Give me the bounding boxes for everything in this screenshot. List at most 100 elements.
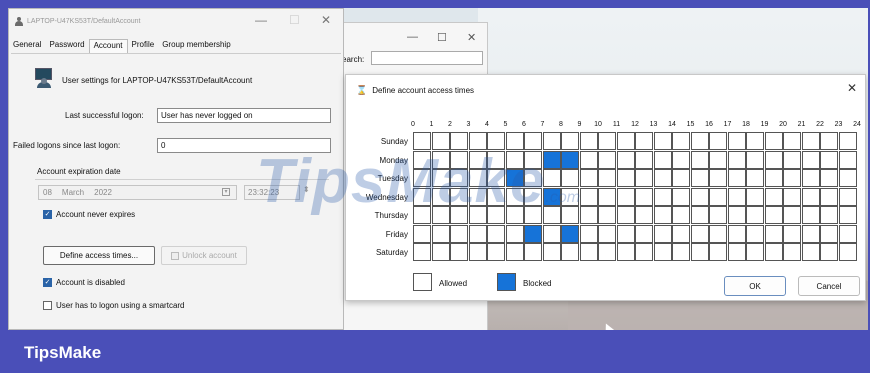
time-slot-cell[interactable] — [838, 169, 857, 187]
time-slot-cell[interactable] — [524, 187, 542, 206]
time-slot-cell[interactable] — [431, 150, 450, 169]
time-slot-cell[interactable] — [505, 169, 524, 187]
time-slot-cell[interactable] — [616, 206, 635, 224]
time-slot-cell[interactable] — [542, 169, 561, 187]
time-slot-cell[interactable] — [727, 169, 746, 187]
time-slot-cell[interactable] — [820, 169, 838, 187]
expiration-time-field[interactable]: 23:32:23 — [244, 185, 300, 200]
time-slot-cell[interactable] — [487, 150, 505, 169]
time-slot-cell[interactable] — [653, 169, 672, 187]
time-slot-cell[interactable] — [653, 132, 672, 150]
time-slot-cell[interactable] — [783, 243, 801, 261]
time-slot-cell[interactable] — [838, 224, 857, 243]
time-slot-cell[interactable] — [635, 243, 653, 261]
time-slot-cell[interactable] — [746, 243, 764, 261]
time-slot-cell[interactable] — [561, 169, 579, 187]
time-slot-cell[interactable] — [838, 132, 857, 150]
time-slot-cell[interactable] — [746, 206, 764, 224]
time-slot-cell[interactable] — [783, 150, 801, 169]
time-slot-cell[interactable] — [450, 132, 468, 150]
time-slot-cell[interactable] — [524, 206, 542, 224]
time-slot-cell[interactable] — [709, 243, 727, 261]
calendar-icon[interactable]: ▾ — [222, 188, 230, 196]
time-slot-cell[interactable] — [598, 169, 616, 187]
time-slot-cell[interactable] — [431, 132, 450, 150]
define-access-times-button[interactable]: Define access times... — [43, 246, 155, 265]
time-slot-cell[interactable] — [635, 169, 653, 187]
time-slot-cell[interactable] — [690, 187, 709, 206]
time-slot-cell[interactable] — [505, 187, 524, 206]
time-slot-cell[interactable] — [505, 206, 524, 224]
time-slot-cell[interactable] — [487, 132, 505, 150]
time-slot-cell[interactable] — [672, 150, 690, 169]
time-slot-cell[interactable] — [783, 169, 801, 187]
time-slot-cell[interactable] — [653, 243, 672, 261]
time-slot-cell[interactable] — [801, 150, 820, 169]
time-slot-cell[interactable] — [524, 224, 542, 243]
time-slot-cell[interactable] — [672, 243, 690, 261]
time-slot-cell[interactable] — [598, 150, 616, 169]
time-slot-cell[interactable] — [413, 187, 431, 206]
time-slot-cell[interactable] — [487, 243, 505, 261]
time-slot-cell[interactable] — [709, 187, 727, 206]
time-slot-cell[interactable] — [672, 132, 690, 150]
time-slot-cell[interactable] — [598, 243, 616, 261]
time-slot-cell[interactable] — [783, 206, 801, 224]
time-slot-cell[interactable] — [709, 132, 727, 150]
time-slot-cell[interactable] — [487, 169, 505, 187]
time-slot-cell[interactable] — [542, 243, 561, 261]
time-slot-cell[interactable] — [690, 150, 709, 169]
time-slot-cell[interactable] — [431, 206, 450, 224]
ok-button[interactable]: OK — [724, 276, 786, 296]
time-slot-cell[interactable] — [709, 206, 727, 224]
time-slot-cell[interactable] — [801, 187, 820, 206]
time-slot-cell[interactable] — [653, 224, 672, 243]
smartcard-checkbox[interactable]: User has to logon using a smartcard — [43, 301, 185, 310]
time-slot-cell[interactable] — [764, 187, 783, 206]
time-slot-cell[interactable] — [838, 150, 857, 169]
time-slot-cell[interactable] — [801, 169, 820, 187]
time-slot-cell[interactable] — [450, 206, 468, 224]
time-slot-cell[interactable] — [487, 224, 505, 243]
cancel-button[interactable]: Cancel — [798, 276, 860, 296]
minimize-icon[interactable]: — — [407, 31, 418, 43]
expiration-date-picker[interactable]: 08 March 2022 — [38, 185, 237, 200]
time-slot-cell[interactable] — [746, 150, 764, 169]
time-slot-cell[interactable] — [801, 243, 820, 261]
time-slot-cell[interactable] — [820, 206, 838, 224]
time-slot-cell[interactable] — [561, 243, 579, 261]
time-slot-cell[interactable] — [542, 224, 561, 243]
time-slot-cell[interactable] — [690, 243, 709, 261]
time-slot-cell[interactable] — [764, 132, 783, 150]
tab-group-membership[interactable]: Group membership — [158, 39, 234, 53]
time-slot-cell[interactable] — [561, 132, 579, 150]
time-slot-cell[interactable] — [524, 150, 542, 169]
time-slot-cell[interactable] — [616, 243, 635, 261]
time-slot-cell[interactable] — [413, 243, 431, 261]
time-slot-cell[interactable] — [598, 132, 616, 150]
time-slot-cell[interactable] — [672, 169, 690, 187]
time-slot-cell[interactable] — [542, 132, 561, 150]
time-slot-cell[interactable] — [746, 132, 764, 150]
time-slot-cell[interactable] — [468, 187, 487, 206]
unlock-account-button[interactable]: Unlock account — [161, 246, 247, 265]
time-slot-cell[interactable] — [468, 132, 487, 150]
time-slot-cell[interactable] — [653, 206, 672, 224]
time-slot-cell[interactable] — [561, 224, 579, 243]
time-slot-cell[interactable] — [783, 187, 801, 206]
time-slot-cell[interactable] — [746, 224, 764, 243]
time-slot-cell[interactable] — [820, 224, 838, 243]
time-slot-cell[interactable] — [616, 224, 635, 243]
time-slot-cell[interactable] — [468, 224, 487, 243]
time-slot-cell[interactable] — [635, 132, 653, 150]
time-slot-cell[interactable] — [468, 150, 487, 169]
time-slot-cell[interactable] — [579, 150, 598, 169]
time-slot-cell[interactable] — [598, 206, 616, 224]
time-slot-cell[interactable] — [468, 206, 487, 224]
time-slot-cell[interactable] — [764, 224, 783, 243]
time-slot-cell[interactable] — [616, 150, 635, 169]
time-slot-cell[interactable] — [542, 150, 561, 169]
time-slot-cell[interactable] — [838, 206, 857, 224]
time-slot-cell[interactable] — [579, 132, 598, 150]
time-slot-cell[interactable] — [450, 169, 468, 187]
